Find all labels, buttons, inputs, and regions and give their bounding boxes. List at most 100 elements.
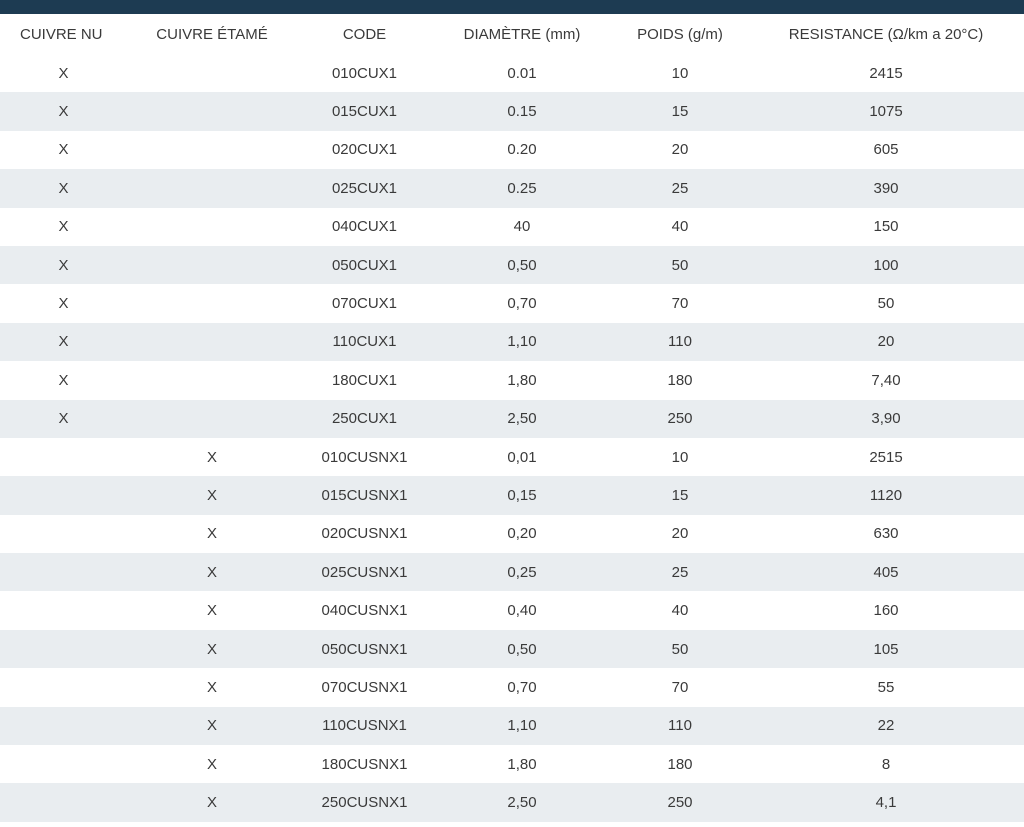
cell-resistance: 105 bbox=[748, 629, 1024, 669]
cell-cuivre-nu: X bbox=[0, 245, 127, 285]
cell-code: 010CUSNX1 bbox=[321, 448, 408, 466]
cell-poids: 50 bbox=[612, 629, 748, 669]
cell-cuivre-nu: X bbox=[0, 399, 127, 438]
cell-resistance: 8 bbox=[881, 755, 891, 773]
cell-poids: 110 bbox=[612, 706, 748, 746]
table-row: X 050CUSNX1 0,50 50 105 bbox=[0, 629, 1024, 669]
cell-resistance: 390 bbox=[748, 169, 1024, 208]
cell-poids: 25 bbox=[612, 169, 748, 208]
cell-diametre: 0,70 bbox=[507, 295, 537, 313]
table-row: X 010CUSNX1 0,01 10 2515 bbox=[0, 438, 1024, 476]
cell-cuivre-etame: X bbox=[206, 448, 217, 466]
cell-cuivre-etame bbox=[127, 284, 297, 322]
cell-poids: 40 bbox=[671, 602, 689, 620]
cell-cuivre-nu bbox=[0, 706, 127, 746]
cell-code: 180CUX1 bbox=[331, 371, 398, 389]
cell-cuivre-nu: X bbox=[58, 218, 69, 236]
cell-diametre: 0.20 bbox=[507, 141, 537, 159]
cell-poids: 10 bbox=[671, 64, 689, 82]
cell-poids: 250 bbox=[612, 399, 748, 438]
table-row: X 070CUX1 0,70 70 50 bbox=[0, 284, 1024, 322]
cell-diametre: 1,80 bbox=[507, 755, 537, 773]
table-row: X 250CUX1 2,50 250 3,90 bbox=[0, 399, 1024, 438]
cell-poids: 40 bbox=[671, 218, 689, 236]
cell-resistance: 2415 bbox=[869, 64, 903, 82]
cell-cuivre-nu bbox=[0, 553, 127, 592]
cell-resistance: 55 bbox=[877, 678, 895, 696]
cell-cuivre-nu bbox=[0, 515, 127, 553]
table-row: X 040CUSNX1 0,40 40 160 bbox=[0, 591, 1024, 629]
top-bar bbox=[0, 0, 1024, 14]
cell-resistance: 100 bbox=[748, 245, 1024, 285]
cell-cuivre-etame bbox=[127, 54, 297, 92]
table-row: X 250CUSNX1 2,50 250 4,1 bbox=[0, 783, 1024, 822]
table-row: X 040CUX1 40 40 150 bbox=[0, 208, 1024, 246]
cell-cuivre-nu: X bbox=[58, 64, 69, 82]
cell-resistance: 4,1 bbox=[748, 783, 1024, 822]
cell-cuivre-nu: X bbox=[0, 322, 127, 362]
cell-resistance: 1075 bbox=[748, 92, 1024, 131]
cell-poids: 180 bbox=[667, 755, 693, 773]
table-row: X 020CUX1 0.20 20 605 bbox=[0, 131, 1024, 169]
cell-cuivre-etame bbox=[127, 322, 297, 362]
cell-diametre: 2,50 bbox=[432, 783, 612, 822]
cell-cuivre-nu: X bbox=[58, 295, 69, 313]
cell-resistance: 150 bbox=[873, 218, 899, 236]
cell-code: 050CUX1 bbox=[297, 245, 432, 285]
table-row: X 020CUSNX1 0,20 20 630 bbox=[0, 515, 1024, 553]
cell-diametre: 0,50 bbox=[432, 245, 612, 285]
cell-cuivre-nu bbox=[0, 438, 127, 476]
cell-diametre: 0,15 bbox=[432, 476, 612, 515]
cell-diametre: 0,25 bbox=[432, 553, 612, 592]
cell-poids: 250 bbox=[612, 783, 748, 822]
cell-poids: 70 bbox=[671, 678, 689, 696]
header-resistance: RESISTANCE (Ω/km a 20°C) bbox=[748, 14, 1024, 54]
cell-diametre: 0.01 bbox=[507, 64, 537, 82]
cell-code: 025CUX1 bbox=[297, 169, 432, 208]
header-cuivre-etame: CUIVRE ÉTAMÉ bbox=[127, 14, 297, 54]
cell-cuivre-nu bbox=[0, 629, 127, 669]
cell-poids: 10 bbox=[671, 448, 689, 466]
cell-diametre: 2,50 bbox=[432, 399, 612, 438]
cell-resistance: 630 bbox=[873, 525, 899, 543]
cell-code: 015CUX1 bbox=[297, 92, 432, 131]
cell-diametre: 40 bbox=[513, 218, 531, 236]
cell-cuivre-etame: X bbox=[127, 629, 297, 669]
table-body: X 010CUX1 0.01 10 2415 X 015CUX1 0.15 15 1075 X 020… bbox=[0, 54, 1024, 822]
cell-diametre: 0,70 bbox=[507, 678, 537, 696]
cell-cuivre-etame bbox=[127, 245, 297, 285]
cell-poids: 15 bbox=[612, 92, 748, 131]
cell-resistance: 405 bbox=[748, 553, 1024, 592]
header-diametre: DIAMÈTRE (mm) bbox=[432, 14, 612, 54]
table-row: X 025CUSNX1 0,25 25 405 bbox=[0, 553, 1024, 592]
cell-cuivre-etame bbox=[127, 92, 297, 131]
header-poids: POIDS (g/m) bbox=[612, 14, 748, 54]
header-cuivre-nu: CUIVRE NU bbox=[0, 14, 127, 54]
cell-code: 040CUSNX1 bbox=[321, 602, 408, 620]
cell-poids: 70 bbox=[671, 295, 689, 313]
cell-diametre: 0,20 bbox=[507, 525, 537, 543]
cell-cuivre-etame: X bbox=[127, 706, 297, 746]
header-row: CUIVRE NU CUIVRE ÉTAMÉ CODE DIAMÈTRE (mm… bbox=[0, 14, 1024, 54]
cell-poids: 20 bbox=[671, 525, 689, 543]
cell-code: 010CUX1 bbox=[331, 64, 398, 82]
cell-poids: 110 bbox=[612, 322, 748, 362]
cell-code: 250CUX1 bbox=[297, 399, 432, 438]
copper-wire-spec-table: CUIVRE NU CUIVRE ÉTAMÉ CODE DIAMÈTRE (mm… bbox=[0, 14, 1024, 822]
cell-cuivre-etame bbox=[127, 131, 297, 169]
cell-diametre: 1,80 bbox=[507, 371, 537, 389]
table-row: X 010CUX1 0.01 10 2415 bbox=[0, 54, 1024, 92]
cell-poids: 50 bbox=[612, 245, 748, 285]
cell-cuivre-etame bbox=[127, 399, 297, 438]
cell-cuivre-etame: X bbox=[127, 553, 297, 592]
cell-poids: 15 bbox=[612, 476, 748, 515]
cell-code: 070CUSNX1 bbox=[321, 678, 408, 696]
table-row: X 110CUX1 1,10 110 20 bbox=[0, 322, 1024, 362]
cell-cuivre-etame: X bbox=[127, 476, 297, 515]
cell-resistance: 22 bbox=[748, 706, 1024, 746]
cell-diametre: 1,10 bbox=[432, 322, 612, 362]
cell-code: 250CUSNX1 bbox=[297, 783, 432, 822]
table-row: X 110CUSNX1 1,10 110 22 bbox=[0, 706, 1024, 746]
table-row: X 025CUX1 0.25 25 390 bbox=[0, 169, 1024, 208]
cell-diametre: 0,50 bbox=[432, 629, 612, 669]
